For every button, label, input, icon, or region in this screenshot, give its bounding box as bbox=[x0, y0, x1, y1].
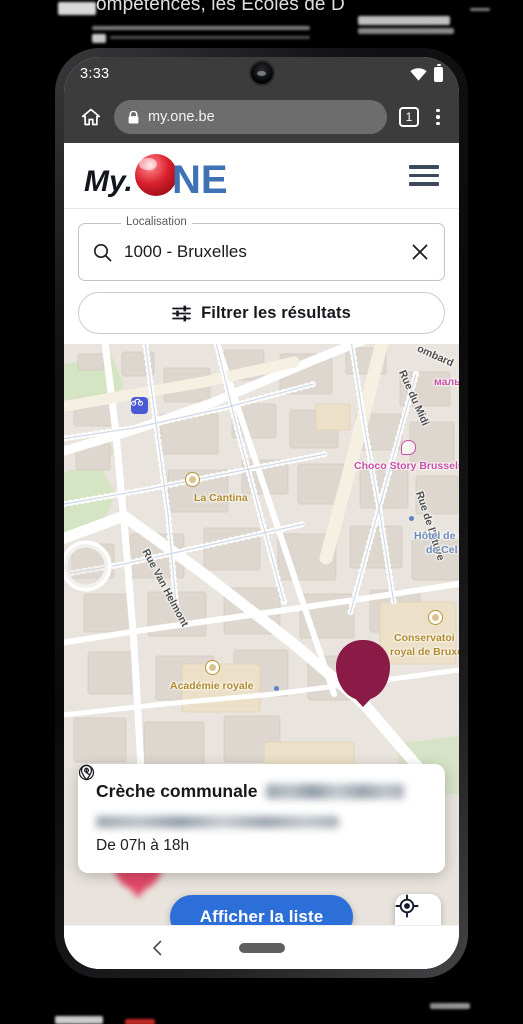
kebab-menu-icon[interactable] bbox=[427, 108, 449, 126]
crosshair-locate-icon bbox=[395, 894, 419, 918]
background-heading-text: ompétences, les Écoles de D bbox=[96, 0, 345, 15]
location-field-label: Localisation bbox=[121, 216, 192, 228]
lock-icon bbox=[128, 110, 139, 123]
home-icon-glyph bbox=[81, 108, 101, 126]
back-chevron-icon[interactable] bbox=[150, 940, 166, 956]
redacted-address bbox=[96, 816, 339, 828]
background-artifact bbox=[110, 36, 310, 39]
map-canvas[interactable]: Rue du Midi ombard Rue de l'Étuve Rue Va… bbox=[64, 344, 459, 969]
bike-share-icon[interactable] bbox=[131, 397, 148, 414]
background-artifact bbox=[125, 1019, 155, 1024]
url-omnibox[interactable]: my.one.be bbox=[114, 100, 387, 134]
android-nav-bar bbox=[64, 925, 459, 969]
close-x-icon[interactable] bbox=[410, 242, 430, 262]
phone-device-frame: 3:33 my.one.be 1 My. NE Localisation 100… bbox=[55, 48, 468, 978]
background-artifact bbox=[92, 34, 106, 43]
bicycle-glyph bbox=[131, 398, 143, 406]
facility-name: Crèche communale bbox=[96, 781, 258, 801]
location-search-input[interactable]: 1000 - Bruxelles bbox=[124, 242, 398, 262]
facility-hours: De 07h à 18h bbox=[96, 837, 190, 854]
home-icon[interactable] bbox=[76, 102, 106, 132]
map-tiles bbox=[64, 344, 459, 794]
map-poi-pin[interactable] bbox=[205, 660, 220, 675]
url-text: my.one.be bbox=[148, 109, 215, 125]
screenshot-stage: ompétences, les Écoles de D 3:33 my.one.… bbox=[0, 0, 523, 1024]
background-artifact bbox=[55, 1016, 103, 1024]
map-poi-pin[interactable] bbox=[428, 610, 443, 625]
clock-icon bbox=[78, 764, 95, 781]
svg-text:NE: NE bbox=[172, 158, 228, 199]
background-artifact bbox=[92, 26, 310, 30]
filter-sliders-icon bbox=[172, 305, 191, 321]
map-poi-pin[interactable] bbox=[185, 472, 200, 487]
front-camera bbox=[250, 62, 273, 84]
hamburger-menu-icon[interactable] bbox=[409, 165, 439, 186]
background-artifact bbox=[430, 1003, 470, 1009]
site-header: My. NE bbox=[64, 143, 459, 209]
phone-screen: 3:33 my.one.be 1 My. NE Localisation 100… bbox=[64, 57, 459, 969]
battery-icon bbox=[434, 63, 443, 82]
facility-title-row: Crèche communale bbox=[96, 781, 427, 802]
facility-info-card[interactable]: Crèche communale De 07h à 18h bbox=[78, 764, 445, 873]
map-poi-dot bbox=[409, 516, 414, 521]
background-artifact bbox=[470, 8, 490, 11]
background-artifact bbox=[358, 16, 450, 25]
location-search-field[interactable]: Localisation 1000 - Bruxelles bbox=[78, 216, 445, 281]
search-icon bbox=[93, 243, 112, 261]
tab-counter-button[interactable]: 1 bbox=[399, 107, 419, 127]
filter-results-button[interactable]: Filtrer les résultats bbox=[78, 292, 445, 334]
status-icons bbox=[410, 63, 443, 82]
map-poi-dot bbox=[274, 686, 279, 691]
wifi-icon bbox=[410, 67, 427, 81]
map-poi-pin[interactable] bbox=[401, 440, 416, 455]
status-clock: 3:33 bbox=[80, 66, 110, 82]
status-bar: 3:33 bbox=[64, 57, 459, 91]
svg-text:My.: My. bbox=[84, 165, 133, 198]
redacted-facility-name bbox=[266, 784, 405, 799]
filter-results-label: Filtrer les résultats bbox=[201, 303, 351, 322]
web-page: My. NE Localisation 1000 - Bruxelles Fil… bbox=[64, 143, 459, 969]
browser-chrome: 3:33 my.one.be 1 bbox=[64, 57, 459, 143]
logo-icon: My. NE bbox=[84, 153, 228, 199]
browser-url-bar: my.one.be 1 bbox=[64, 91, 459, 143]
facility-hours-row: De 07h à 18h bbox=[78, 764, 427, 855]
facility-address-row bbox=[80, 764, 427, 828]
background-artifact bbox=[58, 2, 96, 15]
search-section: Localisation 1000 - Bruxelles Filtrer le… bbox=[64, 209, 459, 344]
home-gesture-pill[interactable] bbox=[238, 942, 285, 953]
background-artifact bbox=[358, 28, 454, 34]
logo-my-one[interactable]: My. NE bbox=[84, 153, 244, 199]
